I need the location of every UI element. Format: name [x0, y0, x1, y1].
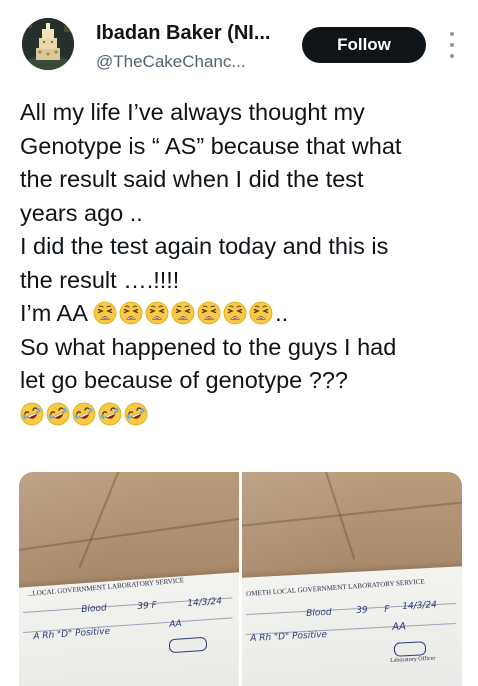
tweet-line: let go because of genotype ???: [20, 367, 348, 393]
tweet-line: the result said when I did the test: [20, 166, 364, 192]
tired-face-emoji: [249, 301, 273, 325]
rolling-laughing-emoji: [20, 402, 44, 425]
media-photo-right[interactable]: OMETH LOCAL GOVERNMENT LABORATORY SERVIC…: [242, 472, 462, 686]
sex-value: F: [384, 604, 390, 615]
tired-face-emoji: [223, 301, 247, 325]
rolling-laughing-emoji: [46, 402, 70, 425]
tired-face-emoji: [171, 301, 195, 325]
tweet-line-ellipsis: ..: [275, 300, 289, 326]
rolling-laughing-emoji: [98, 402, 122, 425]
tweet-line: Genotype is “ AS” because that what: [20, 132, 402, 159]
display-name[interactable]: Ibadan Baker (NI...: [96, 22, 271, 45]
user-handle[interactable]: @TheCakeChanc...: [96, 52, 246, 72]
more-options-icon[interactable]: [444, 32, 460, 58]
tweet-media[interactable]: ...LOCAL GOVERNMENT LABORATORY SERVICE B…: [19, 472, 462, 686]
tweet-line: the result ….!!!!: [20, 266, 180, 293]
tweet-text: All my life I’ve always thought my Genot…: [20, 96, 465, 431]
result-value: AA: [169, 619, 182, 630]
tired-face-emoji: [197, 301, 221, 325]
cake-avatar-image: [22, 18, 74, 70]
signature-mark: [393, 641, 427, 657]
media-photo-left[interactable]: ...LOCAL GOVERNMENT LABORATORY SERVICE B…: [19, 472, 239, 686]
tweet-line: years ago ..: [20, 199, 143, 226]
age-sex-value: 39 F: [137, 600, 158, 612]
tweet-line: I did the test again today and this is: [20, 233, 389, 259]
tweet-line: All my life I’ve always thought my: [20, 99, 365, 125]
age-value: 39: [356, 605, 368, 616]
rolling-laughing-emoji: [124, 402, 148, 425]
signature-mark: [168, 636, 208, 654]
tweet-line-text: I’m AA: [20, 300, 87, 326]
tired-face-emoji-row: [93, 300, 275, 326]
tweet-header: Ibadan Baker (NI... @TheCakeChanc... Fol…: [0, 0, 478, 90]
specimen-value: Blood: [306, 607, 332, 619]
tired-face-emoji: [93, 301, 117, 325]
tweet-line: So what happened to the guys I had: [20, 333, 397, 360]
avatar[interactable]: [22, 18, 74, 70]
result-value: AA: [392, 621, 407, 633]
rolling-laughing-emoji: [72, 402, 96, 425]
specimen-value: Blood: [81, 603, 108, 615]
tired-face-emoji: [119, 301, 143, 325]
tired-face-emoji: [145, 301, 169, 325]
laughing-emoji-row: [20, 398, 465, 432]
date-value: 14/3/24: [402, 600, 438, 612]
follow-button[interactable]: Follow: [302, 27, 426, 63]
tweet-line-emoji: I’m AA ..: [20, 297, 465, 331]
